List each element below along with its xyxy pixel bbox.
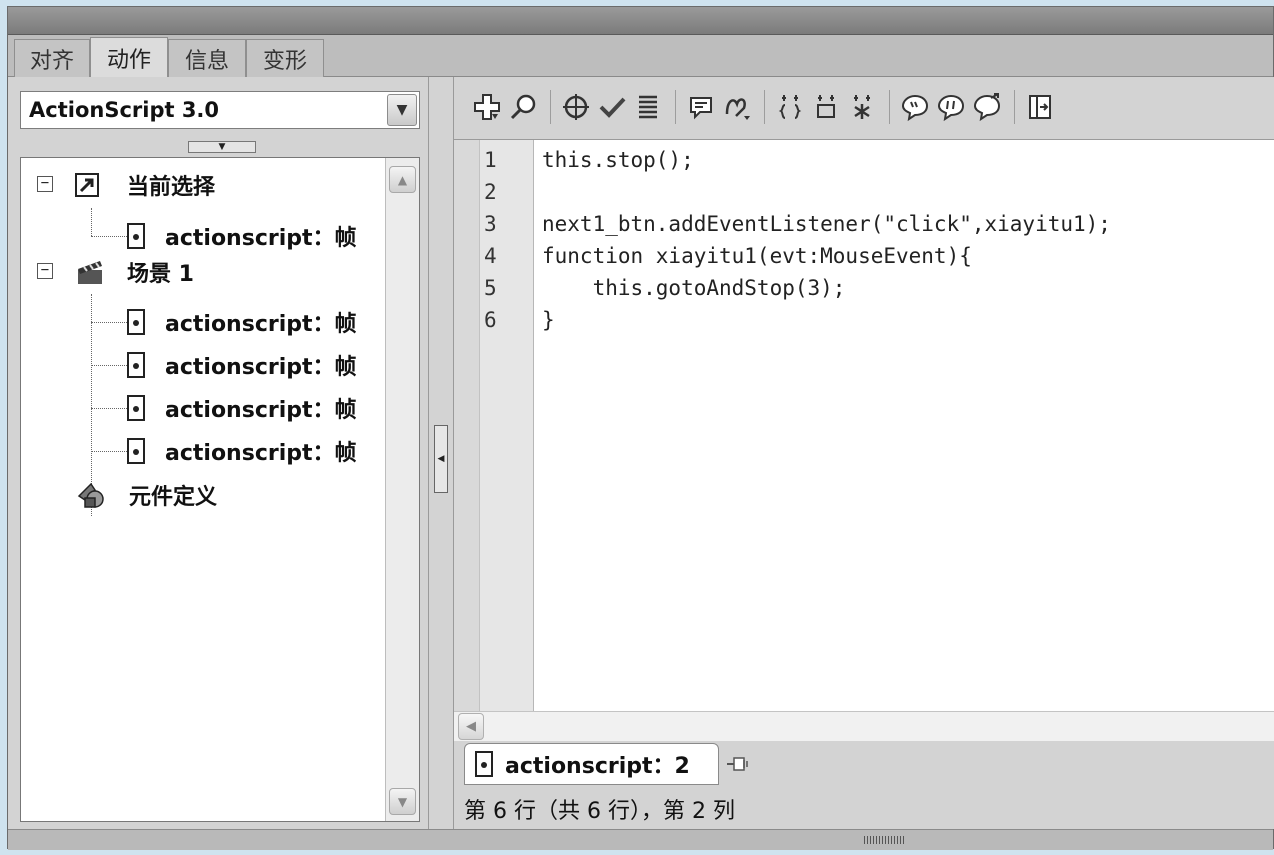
collapse-selection-icon[interactable] — [809, 90, 843, 124]
line-number: 2 — [484, 180, 497, 204]
frame-script-icon — [475, 751, 493, 777]
language-version-value: ActionScript 3.0 — [29, 98, 220, 122]
tree-node-symbol-definitions[interactable]: 元件定义 — [75, 478, 217, 512]
script-navigator-tree: − 当前选择 actionscript：帧 − 场景 1 actionscrip… — [20, 157, 420, 822]
resize-grip-icon[interactable] — [864, 836, 904, 844]
chevron-down-icon[interactable]: ▼ — [387, 94, 417, 126]
tab-align[interactable]: 对齐 — [14, 39, 90, 77]
tree-connector — [91, 365, 127, 366]
tree-node-scene[interactable]: 场景 1 — [75, 255, 194, 289]
gutter-margin — [454, 140, 480, 711]
pane-divider[interactable]: ◀ — [428, 77, 454, 829]
toolbar-separator — [764, 90, 765, 124]
panel-title-bar[interactable] — [8, 7, 1273, 35]
frame-script-icon — [127, 395, 145, 421]
editor-horizontal-scrollbar[interactable]: ◀ — [454, 711, 1274, 741]
toolbox-splitter-handle[interactable]: ▼ — [188, 141, 256, 153]
clapperboard-icon — [75, 258, 105, 286]
code-line[interactable]: next1_btn.addEventListener("click",xiayi… — [542, 208, 1111, 240]
frame-script-icon — [127, 223, 145, 249]
panel-tab-bar: 对齐 动作 信息 变形 — [8, 35, 1273, 78]
line-number: 6 — [484, 308, 497, 332]
arrow-cursor-icon — [75, 173, 99, 197]
line-number: 4 — [484, 244, 497, 268]
tree-connector — [91, 451, 127, 452]
scroll-down-icon[interactable]: ▼ — [389, 788, 416, 815]
toolbar-separator — [1014, 90, 1015, 124]
tree-item-label: actionscript：帧 — [165, 312, 357, 337]
panel-bottom-bar — [8, 829, 1273, 850]
tab-transform[interactable]: 变形 — [246, 39, 324, 77]
tree-item-label: actionscript：帧 — [165, 441, 357, 466]
line-number-gutter: 1 2 3 4 5 6 — [454, 140, 534, 711]
expand-all-icon[interactable] — [845, 90, 879, 124]
code-line[interactable]: this.stop(); — [542, 144, 694, 176]
script-editor-pane: 1 2 3 4 5 6 this.stop(); next1_btn.addEv… — [454, 77, 1274, 829]
toolbar-separator — [889, 90, 890, 124]
collapse-left-pane-icon[interactable]: ◀ — [434, 425, 448, 493]
line-number: 1 — [484, 148, 497, 172]
frame-script-icon — [127, 309, 145, 335]
tree-connector — [91, 236, 127, 237]
tab-actions[interactable]: 动作 — [90, 37, 168, 78]
tree-node-label: 当前选择 — [127, 175, 216, 200]
collapse-between-braces-icon[interactable] — [773, 90, 807, 124]
frame-script-icon — [127, 352, 145, 378]
tree-item-frame-script[interactable]: actionscript：帧 — [127, 434, 357, 468]
symbols-icon — [75, 480, 109, 510]
scroll-left-icon[interactable]: ◀ — [458, 713, 484, 740]
add-statement-icon[interactable] — [470, 90, 504, 124]
code-hint-icon[interactable] — [684, 90, 718, 124]
tree-item-frame-script[interactable]: actionscript：帧 — [127, 391, 357, 425]
find-icon[interactable] — [506, 90, 540, 124]
code-line[interactable]: function xiayitu1(evt:MouseEvent){ — [542, 240, 972, 272]
tree-item-frame-script[interactable]: actionscript：帧 — [127, 219, 357, 253]
frame-script-icon — [127, 438, 145, 464]
script-tab[interactable]: actionscript：2 — [464, 743, 719, 785]
auto-format-icon[interactable] — [631, 90, 665, 124]
code-line[interactable]: this.gotoAndStop(3); — [542, 272, 846, 304]
tree-item-label: actionscript：帧 — [165, 355, 357, 380]
debug-options-icon[interactable] — [720, 90, 754, 124]
pin-script-icon[interactable] — [724, 753, 750, 775]
tab-info[interactable]: 信息 — [168, 39, 246, 77]
tree-item-label: actionscript：帧 — [165, 226, 357, 251]
remove-comment-icon[interactable] — [970, 90, 1004, 124]
line-number: 3 — [484, 212, 497, 236]
tree-node-current-selection[interactable]: 当前选择 — [75, 168, 215, 202]
tree-item-frame-script[interactable]: actionscript：帧 — [127, 305, 357, 339]
toolbar-separator — [675, 90, 676, 124]
script-tab-label: actionscript：2 — [505, 754, 690, 779]
scroll-up-icon[interactable]: ▲ — [389, 166, 416, 193]
code-editor[interactable]: 1 2 3 4 5 6 this.stop(); next1_btn.addEv… — [454, 139, 1274, 711]
collapse-toggle-icon[interactable]: − — [37, 176, 53, 192]
tree-vertical-scrollbar[interactable]: ▲ ▼ — [385, 158, 419, 821]
apply-block-comment-icon[interactable] — [898, 90, 932, 124]
check-syntax-icon[interactable] — [595, 90, 629, 124]
code-line[interactable]: } — [542, 304, 555, 336]
tree-connector — [91, 322, 127, 323]
language-version-select[interactable]: ActionScript 3.0 ▼ — [20, 91, 420, 129]
editor-toolbar — [454, 77, 1274, 137]
target-path-icon[interactable] — [559, 90, 593, 124]
actions-panel-window: 对齐 动作 信息 变形 ActionScript 3.0 ▼ ▼ − 当前选择 … — [7, 6, 1274, 850]
apply-line-comment-icon[interactable] — [934, 90, 968, 124]
toolbar-separator — [550, 90, 551, 124]
cursor-position-status: 第 6 行（共 6 行），第 2 列 — [464, 799, 735, 824]
tree-node-label: 场景 1 — [127, 262, 194, 287]
tree-node-label: 元件定义 — [129, 485, 218, 510]
show-hide-toolbox-icon[interactable] — [1023, 90, 1057, 124]
actions-toolbox-pane: ActionScript 3.0 ▼ ▼ − 当前选择 actionscript… — [8, 77, 428, 829]
tree-item-frame-script[interactable]: actionscript：帧 — [127, 348, 357, 382]
tree-connector — [91, 208, 92, 236]
collapse-toggle-icon[interactable]: − — [37, 263, 53, 279]
line-number: 5 — [484, 276, 497, 300]
tree-item-label: actionscript：帧 — [165, 398, 357, 423]
tree-connector — [91, 408, 127, 409]
